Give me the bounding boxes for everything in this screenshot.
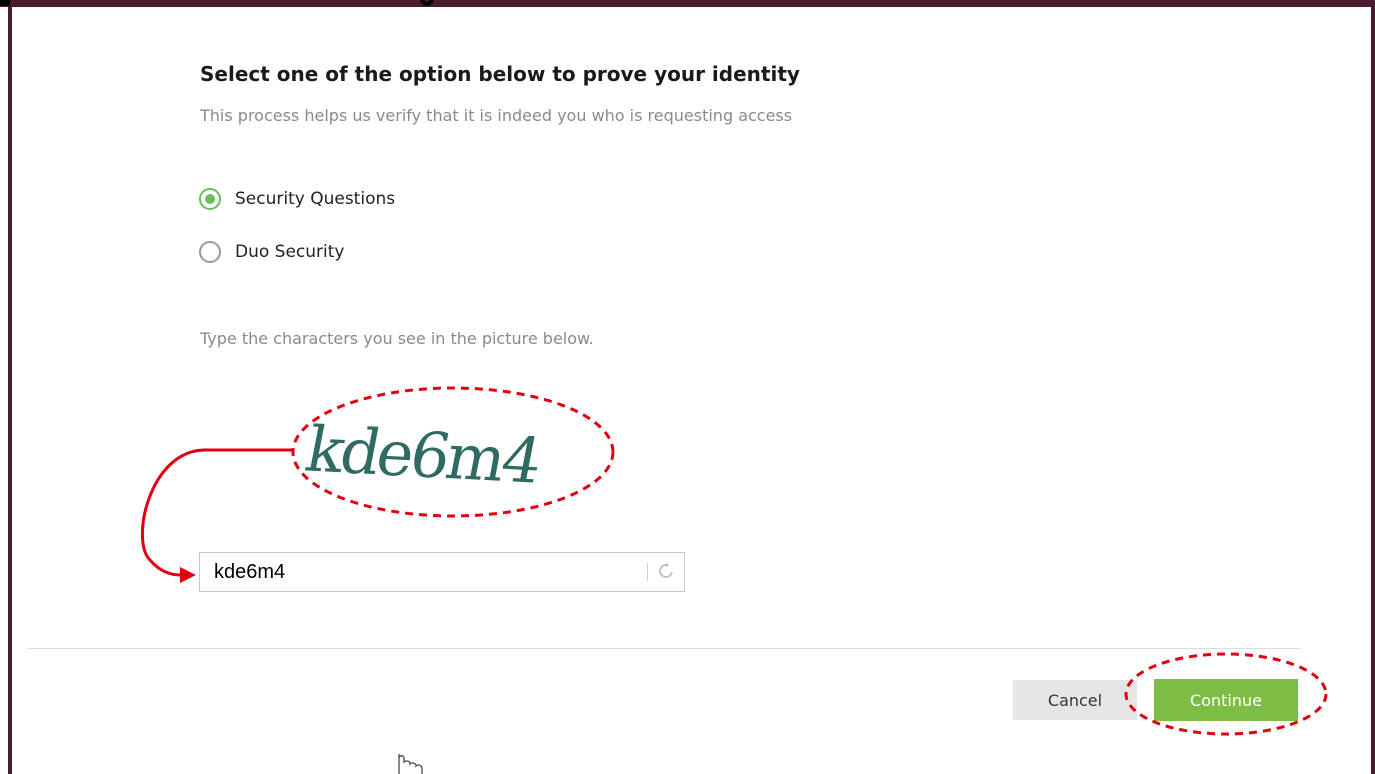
window-frame-top xyxy=(0,0,1375,7)
option-duo-security[interactable]: Duo Security xyxy=(199,241,344,263)
identity-verification-dialog: Select one of the option below to prove … xyxy=(0,0,1375,774)
captcha-image: kde6m4 xyxy=(300,413,546,498)
hand-cursor-icon xyxy=(398,754,423,774)
cropped-heading-fragment xyxy=(0,0,10,6)
option-label: Duo Security xyxy=(235,242,345,262)
option-security-questions[interactable]: Security Questions xyxy=(199,188,395,210)
cancel-button[interactable]: Cancel xyxy=(1013,680,1137,720)
option-label: Security Questions xyxy=(235,189,396,209)
footer-divider xyxy=(28,648,1300,649)
captcha-input[interactable] xyxy=(200,553,647,591)
window-frame-right xyxy=(1371,0,1375,774)
captcha-input-box[interactable] xyxy=(199,552,685,592)
arrow-head-icon xyxy=(180,567,196,583)
continue-button[interactable]: Continue xyxy=(1154,679,1298,721)
refresh-icon[interactable] xyxy=(648,553,684,591)
captcha-instruction: Type the characters you see in the pictu… xyxy=(200,329,594,348)
radio-checked-icon[interactable] xyxy=(199,188,221,210)
radio-unchecked-icon[interactable] xyxy=(199,241,221,263)
page-title: Select one of the option below to prove … xyxy=(200,62,800,86)
captcha-text: kde6m4 xyxy=(300,413,546,498)
page-subtitle: This process helps us verify that it is … xyxy=(200,106,793,125)
window-frame-left xyxy=(8,0,12,774)
